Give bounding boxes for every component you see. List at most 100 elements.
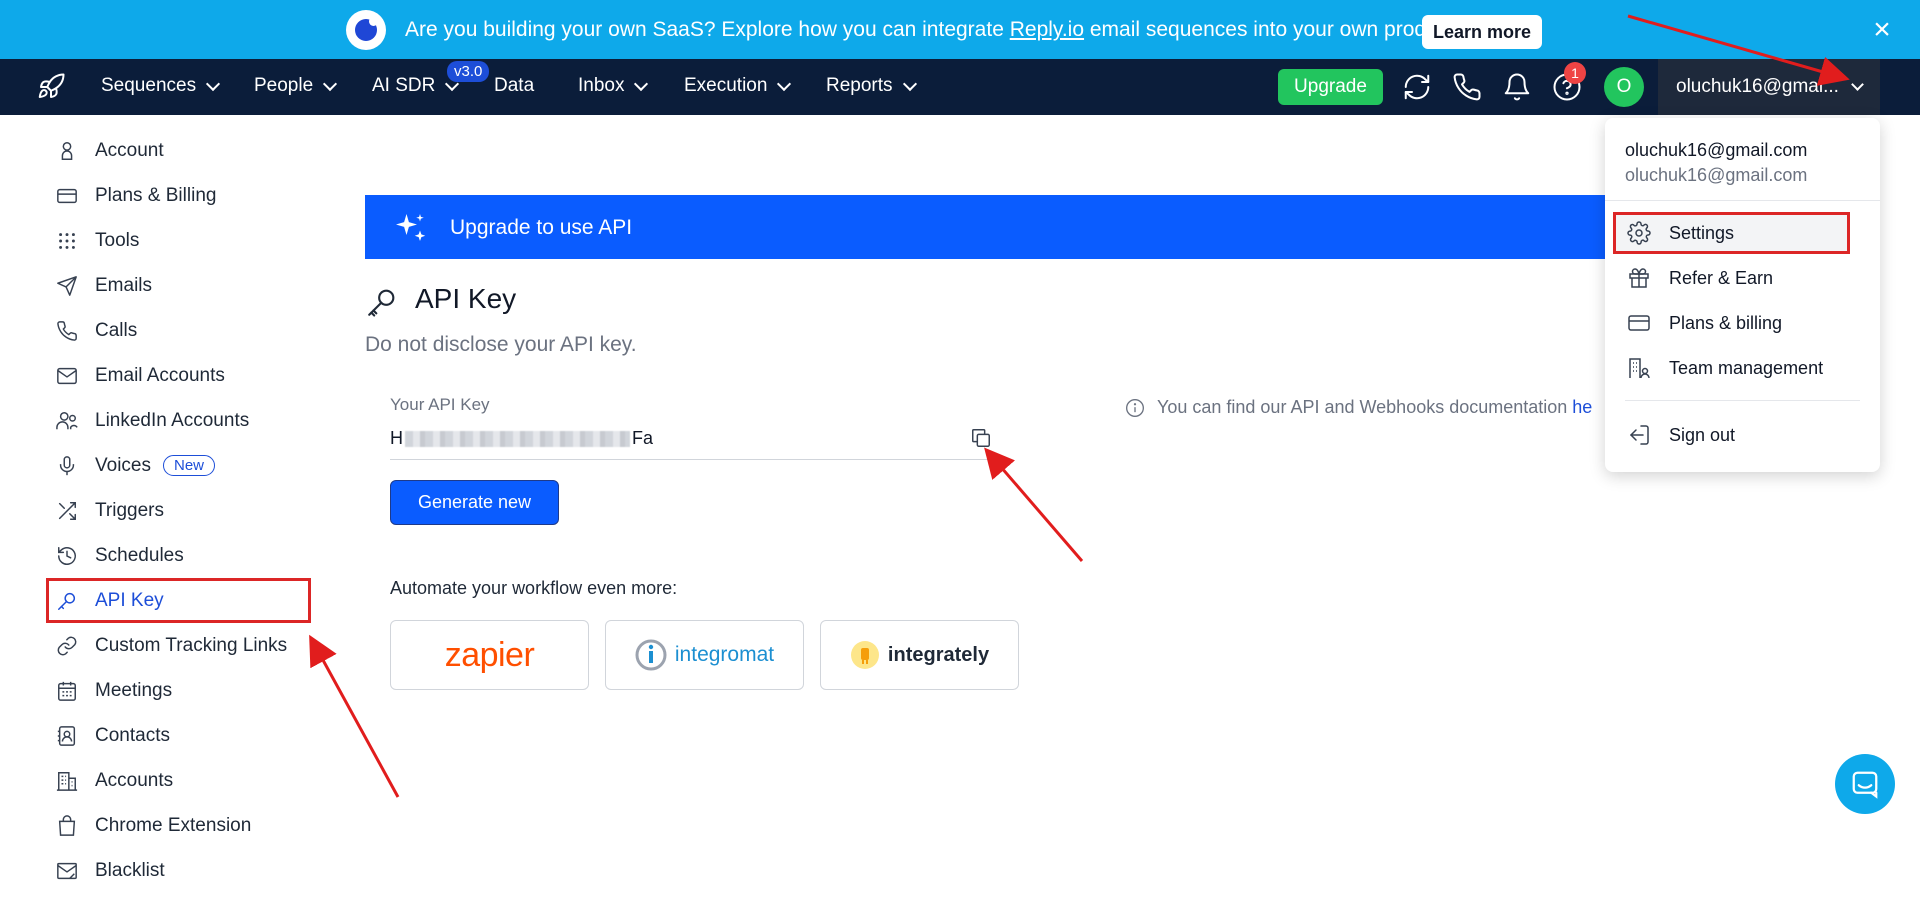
zapier-logo: zapier	[444, 635, 535, 674]
calendar-icon	[58, 681, 76, 701]
notification-badge: 1	[1564, 62, 1586, 84]
refresh-icon[interactable]	[1402, 72, 1432, 102]
sidebar-item-emails[interactable]: Emails	[46, 263, 311, 308]
copy-icon[interactable]	[970, 427, 992, 449]
sidebar-item-blacklist[interactable]: Blacklist	[46, 848, 311, 893]
nav-inbox[interactable]: Inbox	[578, 75, 649, 97]
sidebar-item-custom-tracking-links[interactable]: Custom Tracking Links	[46, 623, 311, 668]
chevron-down-icon	[323, 76, 338, 91]
account-menu-button[interactable]: oluchuk16@gmai...	[1658, 59, 1880, 115]
banner-link[interactable]: Reply.io	[1010, 18, 1084, 41]
zapier-card[interactable]: zapier	[390, 620, 589, 690]
phone-icon	[57, 320, 77, 341]
card-icon	[57, 188, 77, 203]
automate-heading: Automate your workflow even more:	[390, 578, 678, 598]
users-icon	[56, 411, 78, 429]
divider	[1605, 200, 1880, 201]
nav-sequences[interactable]: Sequences	[101, 75, 221, 97]
upgrade-api-banner[interactable]: Upgrade to use API	[365, 195, 1615, 259]
chevron-down-icon	[634, 76, 649, 91]
avatar[interactable]: O	[1604, 67, 1644, 107]
version-badge: v3.0	[447, 61, 490, 82]
nav-reports[interactable]: Reports	[826, 75, 917, 97]
contacts-icon	[57, 725, 76, 746]
account-dropdown: oluchuk16@gmail.com oluchuk16@gmail.com …	[1605, 118, 1880, 472]
integromat-logo: integromat	[635, 639, 774, 671]
building-icon	[56, 771, 78, 791]
chevron-down-icon	[1851, 78, 1864, 91]
nav-data[interactable]: Data	[494, 75, 534, 97]
chat-launcher-button[interactable]	[1835, 754, 1895, 814]
sparkles-icon	[396, 214, 426, 241]
page-title: API Key	[415, 283, 517, 314]
sidebar-item-contacts[interactable]: Contacts	[46, 713, 311, 758]
sidebar-item-email-accounts[interactable]: Email Accounts	[46, 353, 311, 398]
arrow-to-copy-icon	[984, 447, 1084, 562]
page-subtitle: Do not disclose your API key.	[365, 333, 637, 356]
link-icon	[57, 636, 77, 655]
sidebar-item-triggers[interactable]: Triggers	[46, 488, 311, 533]
api-key-value[interactable]: H Fa	[390, 428, 653, 449]
sidebar-item-meetings[interactable]: Meetings	[46, 668, 311, 713]
sidebar-item-accounts[interactable]: Accounts	[46, 758, 311, 803]
key-icon	[368, 289, 395, 317]
sidebar-item-plans-billing[interactable]: Plans & Billing	[46, 173, 311, 218]
settings-sidebar: Account Plans & Billing Tools Emails Cal…	[46, 128, 311, 893]
top-nav: Sequences People AI SDR v3.0 Data Inbox …	[0, 59, 1920, 115]
new-badge: New	[162, 455, 215, 476]
divider	[1625, 400, 1860, 401]
phone-icon[interactable]	[1452, 72, 1482, 102]
mail-icon	[57, 367, 77, 384]
sidebar-item-tools[interactable]: Tools	[46, 218, 311, 263]
gear-icon	[1627, 221, 1651, 245]
menu-item-settings[interactable]: Settings	[1613, 212, 1850, 254]
dropdown-user-name: oluchuk16@gmail.com	[1625, 140, 1808, 160]
chevron-down-icon	[777, 76, 792, 91]
chevron-down-icon	[206, 76, 221, 91]
sidebar-item-schedules[interactable]: Schedules	[46, 533, 311, 578]
redacted-key	[405, 431, 630, 448]
user-icon	[61, 141, 73, 160]
chat-icon	[1852, 771, 1878, 799]
sidebar-item-linkedin-accounts[interactable]: LinkedIn Accounts	[46, 398, 311, 443]
banner-text: Are you building your own SaaS? Explore …	[405, 18, 1460, 41]
sidebar-item-calls[interactable]: Calls	[46, 308, 311, 353]
rocket-icon[interactable]	[36, 72, 66, 102]
docs-link[interactable]: he	[1572, 397, 1592, 417]
promo-banner: Are you building your own SaaS? Explore …	[0, 0, 1920, 59]
sidebar-item-api-key[interactable]: API Key	[46, 578, 311, 623]
nav-ai-sdr[interactable]: AI SDR	[372, 75, 460, 97]
history-icon	[58, 546, 76, 565]
nav-execution[interactable]: Execution	[684, 75, 792, 97]
learn-more-button[interactable]: Learn more	[1422, 15, 1543, 49]
upgrade-api-text: Upgrade to use API	[450, 216, 633, 239]
upgrade-button[interactable]: Upgrade	[1278, 69, 1383, 105]
menu-item-plans-billing[interactable]: Plans & billing	[1613, 302, 1872, 344]
menu-item-team-management[interactable]: Team management	[1613, 347, 1872, 389]
grid-icon	[59, 232, 75, 249]
integromat-card[interactable]: integromat	[605, 620, 804, 690]
chevron-down-icon	[902, 76, 917, 91]
mic-icon	[59, 455, 75, 475]
card-icon	[1628, 315, 1650, 331]
integrately-card[interactable]: integrately	[820, 620, 1019, 690]
menu-item-refer-earn[interactable]: Refer & Earn	[1613, 257, 1872, 299]
nav-people[interactable]: People	[254, 75, 338, 97]
field-underline	[390, 459, 1002, 460]
shuffle-icon	[58, 501, 76, 520]
api-key-label: Your API Key	[390, 395, 490, 414]
integromat-icon	[635, 639, 667, 671]
menu-item-sign-out[interactable]: Sign out	[1613, 414, 1872, 456]
sidebar-item-chrome-extension[interactable]: Chrome Extension	[46, 803, 311, 848]
gift-icon	[1629, 268, 1649, 288]
dropdown-user-email: oluchuk16@gmail.com	[1625, 165, 1808, 185]
generate-new-button[interactable]: Generate new	[390, 480, 559, 525]
arrow-to-api-key	[309, 634, 400, 798]
sidebar-item-account[interactable]: Account	[46, 128, 311, 173]
info-icon	[1126, 398, 1144, 417]
send-icon	[57, 275, 77, 296]
bell-icon[interactable]	[1502, 72, 1532, 102]
close-icon[interactable]: ×	[1868, 15, 1896, 45]
sidebar-item-voices[interactable]: Voices New	[46, 443, 311, 488]
reply-logo-icon	[346, 10, 386, 50]
